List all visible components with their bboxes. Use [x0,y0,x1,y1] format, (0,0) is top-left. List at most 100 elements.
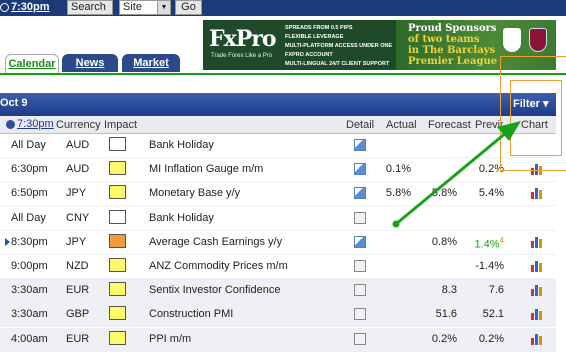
event-title[interactable]: ANZ Commodity Prices m/m [149,260,288,272]
detail-icon[interactable] [354,211,366,224]
clock-time: 7:30pm [11,1,50,13]
impact-icon [109,282,126,297]
event-title[interactable]: Monetary Base y/y [149,187,240,199]
detail-icon[interactable] [354,332,366,345]
date-label: Oct 9 [0,97,28,109]
bar-chart-icon[interactable] [531,308,543,321]
site-select[interactable]: Site ▼ [119,0,171,15]
detail-icon[interactable] [354,308,366,321]
chevron-down-icon[interactable]: ▼ [157,1,170,14]
event-title[interactable]: Bank Holiday [149,139,214,151]
bar-chart-icon[interactable] [531,333,543,345]
tab-label: Market [133,57,169,69]
clock-icon [0,2,9,12]
event-title[interactable]: Bank Holiday [149,212,214,224]
chart-icon-bar [531,289,534,297]
chart-icon-bar [531,240,534,248]
club-crest-icon [503,28,521,52]
detail-icon[interactable] [354,260,366,272]
event-title[interactable]: MI Inflation Gauge m/m [149,163,263,175]
divider [0,73,566,75]
tab-news[interactable]: News [62,54,118,72]
table-row[interactable]: 3:30am EUR Sentix Investor Confidence 8.3 7.… [0,279,556,304]
event-title[interactable]: Construction PMI [149,308,233,320]
event-time: 6:50pm [11,187,48,200]
impact-icon [109,185,126,200]
search-button[interactable]: Search [67,0,113,15]
event-title[interactable]: Average Cash Earnings y/y [149,236,282,248]
event-previous: 5.4% [478,187,504,200]
date-header: Oct 9 Filter ▾ [0,93,556,116]
detail-icon[interactable] [354,163,366,176]
event-previous: 52.1 [482,308,504,321]
current-event-marker-icon [5,237,10,246]
event-currency: EUR [66,332,90,345]
table-row[interactable]: 4:00am EUR PPI m/m 0.2% 0.2% [0,327,556,352]
forecast-column-header: Forecast [428,119,471,131]
chart-icon-bar [535,333,538,345]
event-time: 3:30am [11,284,48,297]
detail-icon[interactable] [354,235,366,248]
time-column-header[interactable]: 7:30pm [6,118,54,130]
top-bar: 7:30pm Search Site ▼ Go [0,0,566,16]
event-time: All Day [11,211,46,224]
event-forecast: 8.3 [441,284,457,297]
event-time: 8:30pm [11,235,48,248]
chart-icon-bar [531,313,534,321]
event-time: 6:30pm [11,163,48,176]
detail-icon[interactable] [354,187,366,200]
impact-icon [109,137,126,151]
currency-column-header: Currency [56,119,101,131]
club-crest-icon [529,28,547,52]
event-currency: NZD [66,260,89,272]
chart-icon-bar [535,285,538,297]
event-time: 9:00pm [11,260,48,272]
chart-icon-bar [535,309,538,321]
revised-icon: 4 [499,235,504,245]
impact-icon [109,330,126,345]
bar-chart-icon[interactable] [531,260,543,272]
event-currency: JPY [66,235,87,248]
bar-chart-icon[interactable] [531,284,543,297]
event-time: 3:30am [11,308,48,321]
chart-icon-bar [531,192,534,200]
table-row[interactable]: 9:00pm NZD ANZ Commodity Prices m/m -1.4% [0,255,556,279]
chart-icon-bar [539,335,542,345]
event-actual: 0.1% [385,163,411,176]
detail-icon[interactable] [354,284,366,297]
table-row[interactable]: 8:30pm JPY Average Cash Earnings y/y 0.8% 1.… [0,231,556,255]
chart-icon-bar [535,261,538,272]
impact-icon [109,258,126,272]
tab-calendar[interactable]: Calendar [5,54,59,73]
clock-icon [6,119,15,129]
event-actual: 5.8% [385,187,411,200]
actual-column-header: Actual [386,119,417,131]
event-previous: 1.4%4 [474,236,504,251]
event-forecast: 51.6 [435,308,457,321]
table-row[interactable]: All Day AUD Bank Holiday [0,134,556,158]
time-header-label: 7:30pm [17,118,54,130]
event-time: All Day [11,139,46,151]
detail-icon[interactable] [354,139,366,151]
clock-link[interactable]: 7:30pm [0,1,50,13]
table-row[interactable]: 3:30am GBP Construction PMI 51.6 52.1 [0,303,556,328]
table-row[interactable]: 6:30pm AUD MI Inflation Gauge m/m 0.1% 0.2% [0,158,556,183]
previous-column-header: Previous [475,119,503,131]
event-forecast: 0.8% [431,235,457,248]
chart-icon-bar [535,188,538,200]
event-currency: GBP [66,308,90,321]
event-forecast: 5.8% [431,187,457,200]
table-row[interactable]: 6:50pm JPY Monetary Base y/y 5.8% 5.8% 5.4% [0,182,556,207]
impact-icon [109,306,126,321]
impact-icon [109,161,126,176]
tab-market[interactable]: Market [122,54,180,72]
event-previous: 7.6 [488,284,504,297]
event-forecast: 0.2% [431,332,457,345]
bar-chart-icon[interactable] [531,236,543,248]
bar-chart-icon[interactable] [531,187,543,200]
go-button[interactable]: Go [175,0,202,15]
event-title[interactable]: PPI m/m [149,333,191,345]
table-row[interactable]: All Day CNY Bank Holiday [0,207,556,231]
event-title[interactable]: Sentix Investor Confidence [149,284,280,296]
impact-icon [109,209,126,224]
